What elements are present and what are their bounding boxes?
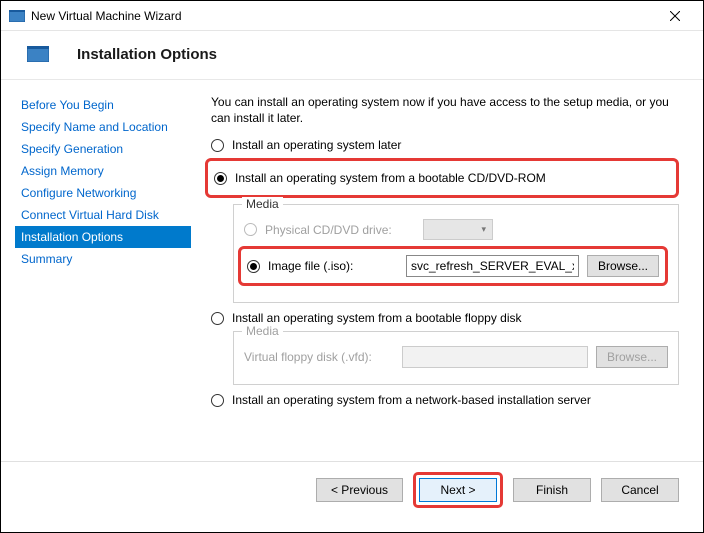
app-icon [9, 8, 25, 24]
footer: < Previous Next > Finish Cancel [1, 461, 703, 517]
page-title: Installation Options [77, 46, 217, 63]
radio-icon[interactable] [247, 260, 260, 273]
sidebar-item-configure-networking[interactable]: Configure Networking [15, 182, 191, 204]
option-label: Install an operating system from a boota… [232, 311, 522, 325]
highlight-cd-option: Install an operating system from a boota… [205, 158, 679, 198]
image-file-input[interactable] [406, 255, 579, 277]
cd-media-fieldset: Media Physical CD/DVD drive: Image file … [233, 204, 679, 303]
highlight-image-file: Image file (.iso): Browse... [238, 246, 668, 286]
close-button[interactable] [655, 2, 695, 30]
vfd-label: Virtual floppy disk (.vfd): [244, 350, 394, 364]
radio-icon [211, 139, 224, 152]
option-install-cd[interactable]: Install an operating system from a boota… [214, 171, 670, 185]
vfd-input [402, 346, 588, 368]
sidebar-item-specify-generation[interactable]: Specify Generation [15, 138, 191, 160]
sidebar-item-before-you-begin[interactable]: Before You Begin [15, 94, 191, 116]
titlebar: New Virtual Machine Wizard [1, 1, 703, 31]
option-install-network[interactable]: Install an operating system from a netwo… [211, 393, 679, 407]
next-button[interactable]: Next > [419, 478, 497, 502]
option-label: Install an operating system from a netwo… [232, 393, 591, 407]
sidebar-item-assign-memory[interactable]: Assign Memory [15, 160, 191, 182]
option-install-later[interactable]: Install an operating system later [211, 138, 679, 152]
fieldset-legend: Media [242, 197, 283, 211]
radio-icon [211, 394, 224, 407]
intro-text: You can install an operating system now … [211, 94, 679, 126]
wizard-icon [27, 45, 49, 63]
physical-drive-dropdown [423, 219, 493, 240]
cancel-button[interactable]: Cancel [601, 478, 679, 502]
sidebar-item-summary[interactable]: Summary [15, 248, 191, 270]
option-label: Install an operating system from a boota… [235, 171, 546, 185]
radio-icon [244, 223, 257, 236]
option-label: Install an operating system later [232, 138, 401, 152]
sidebar: Before You Begin Specify Name and Locati… [1, 80, 197, 461]
highlight-next: Next > [413, 472, 503, 508]
physical-drive-row: Physical CD/DVD drive: [244, 219, 668, 240]
finish-button[interactable]: Finish [513, 478, 591, 502]
sidebar-item-installation-options[interactable]: Installation Options [15, 226, 191, 248]
content-panel: You can install an operating system now … [197, 80, 703, 461]
browse-iso-button[interactable]: Browse... [587, 255, 659, 277]
option-install-floppy[interactable]: Install an operating system from a boota… [211, 311, 679, 325]
physical-drive-label: Physical CD/DVD drive: [265, 223, 415, 237]
fieldset-legend: Media [242, 324, 283, 338]
image-file-label: Image file (.iso): [268, 259, 398, 273]
window-title: New Virtual Machine Wizard [31, 9, 655, 23]
radio-icon [211, 312, 224, 325]
header: Installation Options [1, 31, 703, 80]
floppy-media-fieldset: Media Virtual floppy disk (.vfd): Browse… [233, 331, 679, 385]
browse-vfd-button: Browse... [596, 346, 668, 368]
sidebar-item-specify-name[interactable]: Specify Name and Location [15, 116, 191, 138]
previous-button[interactable]: < Previous [316, 478, 403, 502]
sidebar-item-connect-vhd[interactable]: Connect Virtual Hard Disk [15, 204, 191, 226]
radio-icon [214, 172, 227, 185]
